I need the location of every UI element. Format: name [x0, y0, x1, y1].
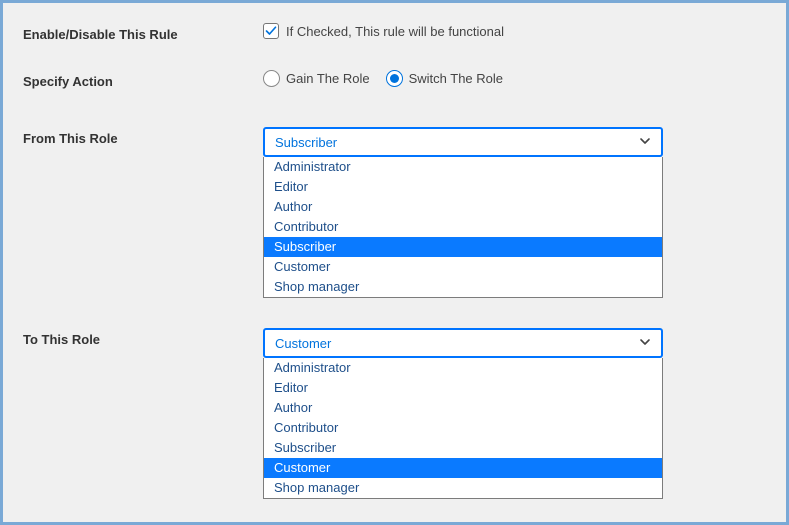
from-role-selected-value: Subscriber	[275, 135, 337, 150]
list-option[interactable]: Author	[264, 398, 662, 418]
enable-checkbox-wrap: If Checked, This rule will be functional	[263, 23, 766, 39]
action-radio-group: Gain The Role Switch The Role	[263, 70, 766, 87]
check-icon	[265, 25, 277, 37]
list-option[interactable]: Customer	[264, 257, 662, 277]
list-option[interactable]: Subscriber	[264, 237, 662, 257]
settings-panel: Enable/Disable This Rule If Checked, Thi…	[0, 0, 789, 525]
row-specify-action: Specify Action Gain The Role Switch The …	[23, 70, 766, 89]
enable-checkbox-text: If Checked, This rule will be functional	[286, 24, 504, 39]
list-option[interactable]: Contributor	[264, 217, 662, 237]
to-role-listbox[interactable]: AdministratorEditorAuthorContributorSubs…	[263, 358, 663, 499]
chevron-down-icon	[639, 336, 651, 351]
list-option[interactable]: Subscriber	[264, 438, 662, 458]
list-option[interactable]: Shop manager	[264, 478, 662, 498]
list-option[interactable]: Administrator	[264, 157, 662, 177]
specify-action-label: Specify Action	[23, 70, 263, 89]
row-to-role: To This Role Customer AdministratorEdito…	[23, 328, 766, 499]
radio-gain-label: Gain The Role	[286, 71, 370, 86]
to-role-control: Customer AdministratorEditorAuthorContri…	[263, 328, 766, 499]
enable-rule-label: Enable/Disable This Rule	[23, 23, 263, 42]
to-role-label: To This Role	[23, 328, 263, 347]
list-option[interactable]: Customer	[264, 458, 662, 478]
from-role-select[interactable]: Subscriber	[263, 127, 663, 157]
chevron-down-icon	[639, 135, 651, 150]
from-role-label: From This Role	[23, 127, 263, 146]
to-role-select[interactable]: Customer	[263, 328, 663, 358]
radio-icon	[263, 70, 280, 87]
enable-checkbox[interactable]	[263, 23, 279, 39]
from-role-listbox[interactable]: AdministratorEditorAuthorContributorSubs…	[263, 157, 663, 298]
radio-gain-role[interactable]: Gain The Role	[263, 70, 370, 87]
list-option[interactable]: Editor	[264, 177, 662, 197]
radio-switch-label: Switch The Role	[409, 71, 503, 86]
row-from-role: From This Role Subscriber AdministratorE…	[23, 127, 766, 298]
enable-rule-control: If Checked, This rule will be functional	[263, 23, 766, 39]
list-option[interactable]: Contributor	[264, 418, 662, 438]
from-role-control: Subscriber AdministratorEditorAuthorCont…	[263, 127, 766, 298]
list-option[interactable]: Shop manager	[264, 277, 662, 297]
radio-icon	[386, 70, 403, 87]
list-option[interactable]: Administrator	[264, 358, 662, 378]
list-option[interactable]: Author	[264, 197, 662, 217]
radio-switch-role[interactable]: Switch The Role	[386, 70, 503, 87]
list-option[interactable]: Editor	[264, 378, 662, 398]
row-enable-rule: Enable/Disable This Rule If Checked, Thi…	[23, 23, 766, 42]
to-role-selected-value: Customer	[275, 336, 331, 351]
